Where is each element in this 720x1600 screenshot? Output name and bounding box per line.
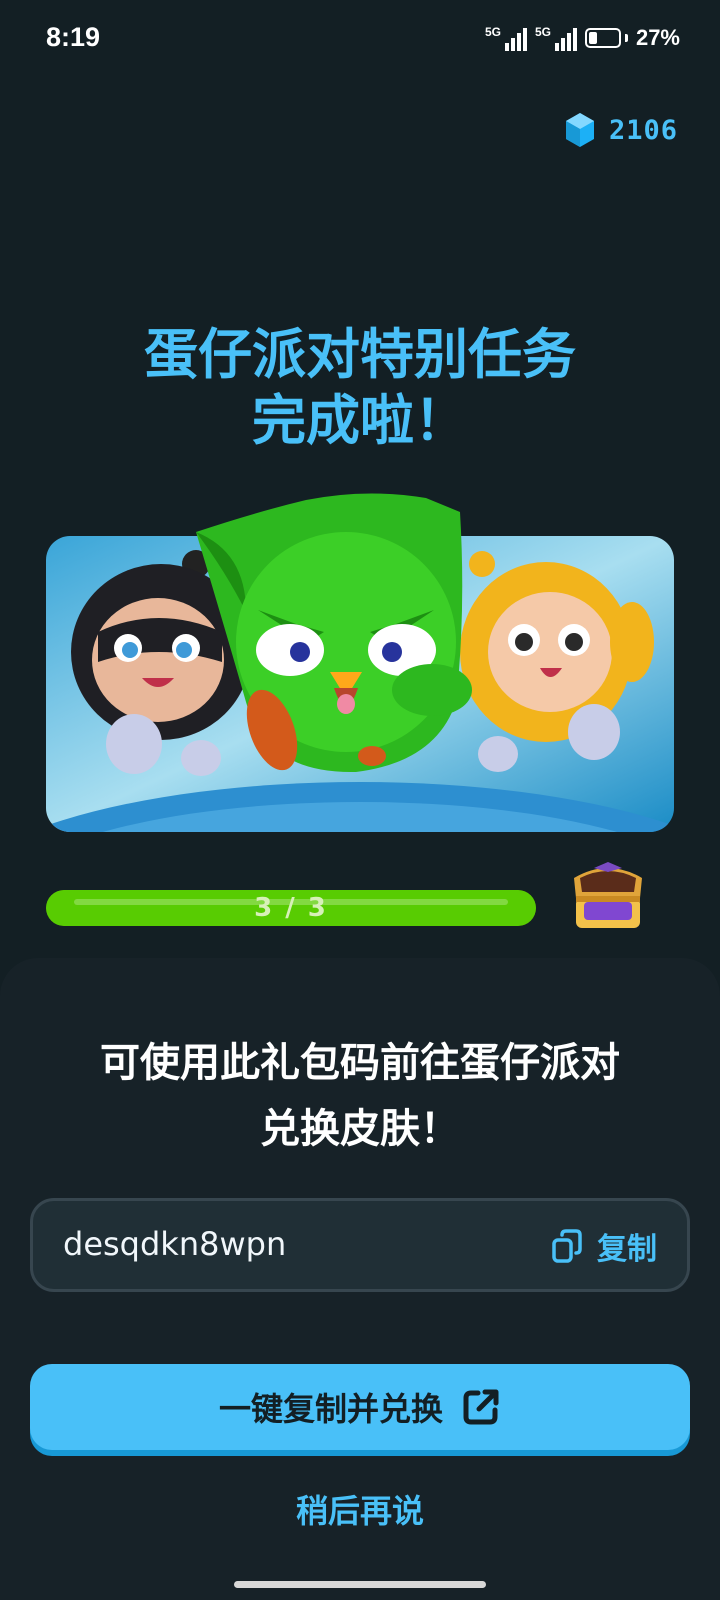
gem-count: 2106 (608, 114, 678, 146)
title-line-1: 蛋仔派对特别任务 (144, 323, 576, 386)
network-type-label: 5G (534, 25, 551, 39)
home-indicator[interactable] (234, 1581, 486, 1588)
progress-bar: 3 / 3 (46, 890, 536, 926)
status-bar: 8:19 5G 5G 27% (0, 0, 720, 80)
sheet-title: 可使用此礼包码前往蛋仔派对 兑换皮肤！ (0, 1030, 720, 1162)
sheet-title-line-2: 兑换皮肤！ (260, 1106, 460, 1152)
gift-code-field[interactable]: desqdkn8wpn 复制 (30, 1198, 690, 1292)
network-type-label: 5G (484, 25, 501, 39)
sheet-title-line-1: 可使用此礼包码前往蛋仔派对 (100, 1040, 620, 1086)
copy-button-label: 复制 (597, 1232, 657, 1267)
treasure-chest-icon (574, 862, 642, 928)
title-line-2: 完成啦！ (252, 389, 468, 452)
page-title: 蛋仔派对特别任务 完成啦！ (0, 322, 720, 454)
signal-icon: 5G (535, 25, 577, 51)
mascot-illustration (46, 493, 674, 832)
hero-banner (46, 493, 674, 832)
progress-label: 3 / 3 (254, 893, 328, 923)
battery-icon: 27% (584, 25, 680, 51)
copy-icon (552, 1229, 582, 1263)
external-link-icon (463, 1389, 499, 1425)
status-icons: 5G 5G 27% (485, 22, 680, 54)
gift-code-value[interactable]: desqdkn8wpn (63, 1225, 286, 1263)
copy-and-redeem-button[interactable]: 一键复制并兑换 (30, 1364, 690, 1450)
gem-counter[interactable]: 2106 (565, 112, 678, 148)
copy-button[interactable]: 复制 (551, 1223, 657, 1269)
later-button[interactable]: 稍后再说 (0, 1486, 720, 1532)
gem-icon (565, 113, 594, 147)
battery-percent: 27% (635, 25, 680, 50)
signal-icon: 5G (485, 25, 527, 51)
copy-and-redeem-label: 一键复制并兑换 (218, 1390, 443, 1428)
status-time: 8:19 (46, 22, 101, 52)
